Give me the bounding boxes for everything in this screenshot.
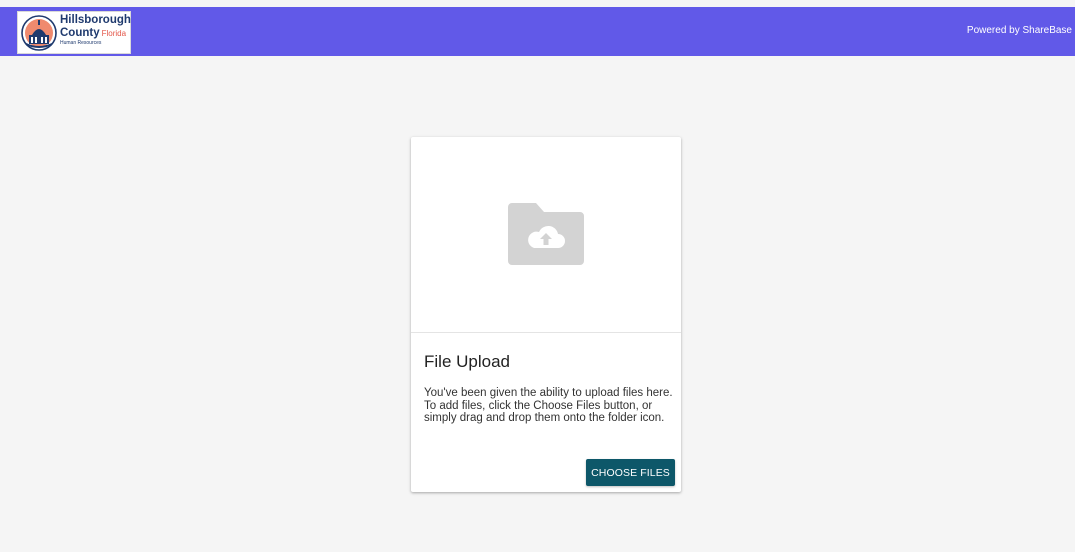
card-description: You've been given the ability to upload … (424, 387, 673, 424)
logo-line-hillsborough: Hillsborough (60, 14, 131, 26)
top-bar: Hillsborough County Florida Human Resourc… (0, 7, 1075, 56)
card-title: File Upload (424, 352, 510, 371)
logo-wordmark: Hillsborough County Florida Human Resourc… (60, 14, 131, 46)
logo-county-text: County (60, 26, 100, 39)
file-drop-zone[interactable] (411, 137, 681, 333)
powered-by-link[interactable]: Powered by ShareBase (967, 25, 1072, 36)
logo-line-county: County Florida (60, 26, 131, 40)
folder-upload-icon[interactable] (508, 203, 584, 265)
hillsborough-county-logo[interactable]: Hillsborough County Florida Human Resourc… (17, 11, 131, 54)
file-upload-card: File Upload You've been given the abilit… (411, 137, 681, 492)
logo-florida-text: Florida (101, 28, 127, 38)
county-seal-icon (21, 15, 57, 51)
choose-files-button[interactable]: CHOOSE FILES (586, 459, 675, 486)
logo-line-human-resources: Human Resources (60, 40, 102, 46)
